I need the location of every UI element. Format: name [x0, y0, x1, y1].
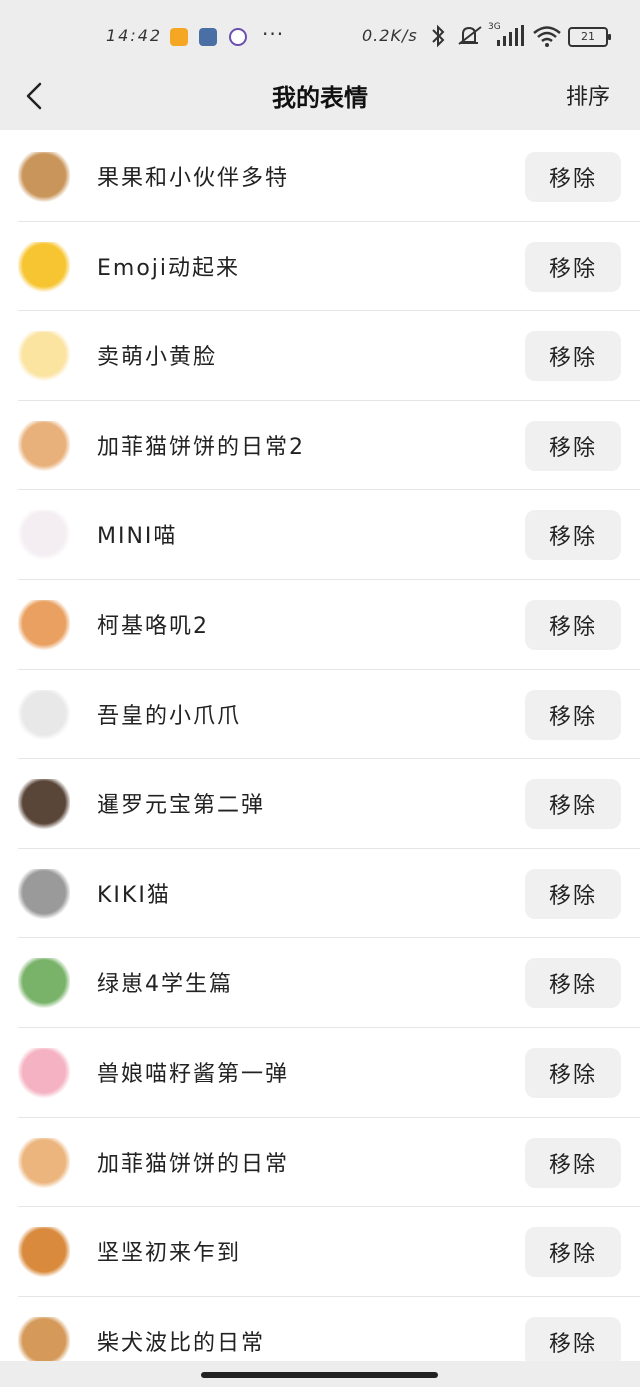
remove-button[interactable]: 移除	[525, 1047, 621, 1098]
sticker-pack-list: 果果和小伙伴多特 移除 Emoji动起来 移除 卖萌小黄脸 移除 加菲猫饼饼的日…	[0, 132, 640, 1386]
remove-button[interactable]: 移除	[525, 1137, 621, 1188]
sticker-pack-name: 加菲猫饼饼的日常2	[97, 434, 305, 460]
bluetooth-icon	[432, 24, 445, 48]
green-graduate-thumbnail	[18, 958, 70, 1011]
sticker-pack-name: 柯基咯叽2	[97, 613, 209, 639]
header: 我的表情 排序	[0, 62, 640, 130]
corgi-thumbnail	[18, 599, 70, 652]
status-time: 14:42	[106, 26, 163, 45]
mute-icon	[458, 26, 482, 45]
sticker-pack-name: 坚坚初来乍到	[97, 1241, 242, 1267]
list-item-6[interactable]: 吾皇的小爪爪 移除	[0, 670, 640, 760]
white-cat-thumbnail	[18, 510, 70, 563]
list-item-1[interactable]: Emoji动起来 移除	[0, 222, 640, 312]
list-item-10[interactable]: 兽娘喵籽酱第一弹 移除	[0, 1028, 640, 1118]
sticker-pack-name: 卖萌小黄脸	[97, 345, 218, 371]
sort-button[interactable]: 排序	[566, 79, 610, 111]
list-item-7[interactable]: 暹罗元宝第二弹 移除	[0, 759, 640, 849]
list-item-2[interactable]: 卖萌小黄脸 移除	[0, 311, 640, 401]
sticker-pack-name: 加菲猫饼饼的日常	[97, 1151, 290, 1177]
orange-cat-thumbnail	[18, 152, 70, 204]
blush-face-thumbnail	[18, 331, 70, 384]
list-item-4[interactable]: MINI喵 移除	[0, 490, 640, 580]
remove-button[interactable]: 移除	[525, 958, 621, 1009]
ginger-cat-thumbnail	[18, 1227, 70, 1280]
list-item-5[interactable]: 柯基咯叽2 移除	[0, 580, 640, 670]
page-title: 我的表情	[272, 84, 368, 112]
sunglasses-emoji-thumbnail	[18, 241, 70, 294]
tabby-cat-thumbnail	[18, 868, 70, 921]
sticker-pack-name: 柴犬波比的日常	[97, 1330, 266, 1356]
gesture-bar	[0, 1361, 640, 1387]
list-item-12[interactable]: 坚坚初来乍到 移除	[0, 1207, 640, 1297]
wifi-icon	[533, 26, 561, 47]
remove-button[interactable]: 移除	[525, 599, 621, 650]
remove-button[interactable]: 移除	[525, 510, 621, 561]
remove-button[interactable]: 移除	[525, 1316, 621, 1367]
sticker-pack-name: KIKI猫	[97, 882, 171, 908]
sticker-pack-name: 果果和小伙伴多特	[97, 166, 290, 191]
list-item-11[interactable]: 加菲猫饼饼的日常 移除	[0, 1118, 640, 1208]
sticker-pack-name: Emoji动起来	[97, 255, 241, 281]
settings-app-icon	[199, 28, 217, 46]
sticker-pack-name: MINI喵	[97, 524, 178, 550]
remove-button[interactable]: 移除	[525, 331, 621, 382]
list-item-3[interactable]: 加菲猫饼饼的日常2 移除	[0, 401, 640, 491]
remove-button[interactable]: 移除	[525, 241, 621, 292]
siamese-cat-thumbnail	[18, 779, 70, 832]
remove-button[interactable]: 移除	[525, 152, 621, 202]
garfield-cat-2-thumbnail	[18, 1137, 70, 1190]
list-item-9[interactable]: 绿崽4学生篇 移除	[0, 938, 640, 1028]
app-orange-icon	[170, 28, 188, 46]
net-speed: 0.2K/s	[362, 26, 418, 45]
camera-app-icon	[229, 28, 247, 46]
remove-button[interactable]: 移除	[525, 1227, 621, 1278]
sticker-pack-name: 兽娘喵籽酱第一弹	[97, 1061, 290, 1087]
remove-button[interactable]: 移除	[525, 779, 621, 830]
list-item-0[interactable]: 果果和小伙伴多特 移除	[0, 132, 640, 222]
paw-thumbnail	[18, 689, 70, 742]
sticker-pack-name: 暹罗元宝第二弹	[97, 793, 266, 819]
remove-button[interactable]: 移除	[525, 868, 621, 919]
remove-button[interactable]: 移除	[525, 689, 621, 740]
home-indicator[interactable]	[201, 1372, 438, 1378]
sticker-pack-name: 吾皇的小爪爪	[97, 703, 242, 729]
garfield-cat-thumbnail	[18, 420, 70, 473]
more-notifications: ···	[262, 22, 285, 46]
status-bar: 14:42 ··· 0.2K/s 3G 21	[0, 0, 640, 62]
remove-button[interactable]: 移除	[525, 420, 621, 471]
anime-girl-thumbnail	[18, 1047, 70, 1100]
sticker-pack-name: 绿崽4学生篇	[97, 972, 233, 998]
battery-icon: 21	[568, 27, 611, 47]
signal-icon	[497, 25, 524, 46]
list-item-8[interactable]: KIKI猫 移除	[0, 849, 640, 939]
